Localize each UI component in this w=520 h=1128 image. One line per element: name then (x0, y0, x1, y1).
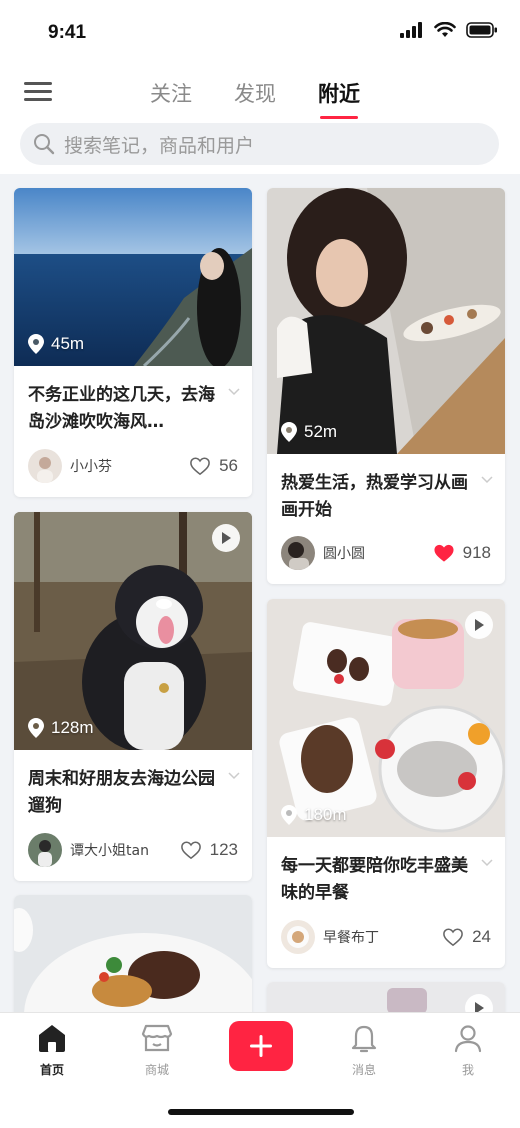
tab-nearby[interactable]: 附近 (318, 78, 360, 119)
wifi-icon (434, 22, 456, 37)
post-button[interactable] (229, 1021, 293, 1071)
card-title: 每一天都要陪你吃丰盛美味的早餐 (281, 856, 468, 903)
top-nav: 关注 发现 附近 (0, 64, 520, 120)
chevron-down-icon[interactable] (481, 476, 493, 484)
avatar[interactable] (28, 833, 62, 867)
location-pin-icon (28, 334, 44, 354)
bell-icon (351, 1025, 377, 1053)
distance-text: 180m (304, 805, 347, 824)
author-name[interactable]: 早餐布丁 (323, 927, 442, 947)
nav-mall[interactable]: 商城 (127, 1023, 187, 1078)
card-title: 周末和好朋友去海边公园遛狗 (28, 769, 215, 816)
feed-card[interactable]: 180m 每一天都要陪你吃丰盛美味的早餐 早餐布丁 24 (267, 599, 505, 968)
video-play-icon[interactable] (465, 611, 493, 639)
heart-outline-icon (443, 928, 463, 947)
like-count: 24 (472, 927, 491, 946)
distance-text: 128m (51, 718, 94, 737)
like-count: 123 (209, 840, 238, 859)
like-button[interactable]: 24 (442, 927, 491, 947)
card-image: 45m (14, 188, 252, 366)
distance-badge: 128m (28, 718, 94, 738)
status-icons (400, 22, 498, 38)
home-icon (39, 1025, 65, 1052)
card-footer: 早餐布丁 24 (281, 920, 491, 954)
distance-badge: 45m (28, 334, 84, 354)
location-pin-icon (281, 805, 297, 825)
feed-card[interactable] (267, 982, 505, 1012)
distance-text: 45m (51, 334, 85, 353)
feed-card[interactable]: 45m 不务正业的这几天，去海岛沙滩吹吹海风… 小小芬 56 (14, 188, 252, 497)
card-footer: 谭大小姐tan 123 (28, 833, 238, 867)
tab-following[interactable]: 关注 (150, 78, 192, 108)
avatar[interactable] (28, 449, 62, 483)
chevron-down-icon[interactable] (228, 772, 240, 780)
tab-discover[interactable]: 发现 (234, 78, 276, 108)
heart-outline-icon (180, 841, 201, 860)
search-input[interactable]: 搜索笔记，商品和用户 (20, 123, 499, 165)
card-image (267, 982, 505, 1012)
battery-icon (466, 22, 497, 38)
search-area: 搜索笔记，商品和用户 (0, 120, 520, 174)
nav-me-label: 我 (461, 1063, 474, 1077)
author-name[interactable]: 圆小圆 (323, 543, 433, 563)
nav-home-label: 首页 (39, 1063, 64, 1077)
avatar[interactable] (281, 920, 315, 954)
nav-messages-label: 消息 (351, 1063, 376, 1077)
chevron-down-icon[interactable] (481, 859, 493, 867)
menu-icon[interactable] (24, 82, 52, 104)
author-name[interactable]: 谭大小姐tan (70, 840, 180, 860)
location-pin-icon (281, 422, 297, 442)
author-name[interactable]: 小小芬 (70, 456, 189, 476)
status-bar: 9:41 (0, 0, 520, 64)
like-button[interactable]: 918 (433, 543, 491, 563)
like-button[interactable]: 56 (189, 456, 238, 476)
home-indicator (168, 1109, 354, 1115)
bottom-nav: 首页 商城 消息 我 (0, 1012, 520, 1128)
user-icon (454, 1025, 482, 1053)
heart-outline-icon (190, 457, 210, 476)
search-icon (34, 134, 55, 155)
nav-mall-label: 商城 (144, 1063, 169, 1077)
status-time: 9:41 (48, 22, 87, 43)
distance-text: 52m (304, 422, 338, 441)
like-count: 56 (219, 456, 238, 475)
feed: 45m 不务正业的这几天，去海岛沙滩吹吹海风… 小小芬 56 128m 周末和好… (0, 174, 520, 1012)
card-image: 128m (14, 512, 252, 750)
search-placeholder: 搜索笔记，商品和用户 (64, 134, 255, 157)
card-footer: 圆小圆 918 (281, 536, 491, 570)
signal-icon (400, 22, 422, 38)
feed-card[interactable]: 128m 周末和好朋友去海边公园遛狗 谭大小姐tan 123 (14, 512, 252, 881)
card-title: 热爱生活，热爱学习从画画开始 (281, 473, 468, 520)
feed-tabs: 关注 发现 附近 (150, 78, 360, 119)
card-image: 52m (267, 188, 505, 454)
feed-card[interactable] (14, 895, 252, 1012)
card-image: 180m (267, 599, 505, 837)
store-icon (141, 1024, 173, 1052)
card-image (14, 895, 252, 1012)
heart-filled-icon (434, 544, 454, 562)
nav-home[interactable]: 首页 (22, 1023, 82, 1078)
distance-badge: 180m (281, 805, 347, 825)
distance-badge: 52m (281, 422, 337, 442)
feed-card[interactable]: 52m 热爱生活，热爱学习从画画开始 圆小圆 918 (267, 188, 505, 584)
location-pin-icon (28, 718, 44, 738)
avatar[interactable] (281, 536, 315, 570)
card-title: 不务正业的这几天，去海岛沙滩吹吹海风… (28, 385, 215, 432)
video-play-icon[interactable] (212, 524, 240, 552)
nav-messages[interactable]: 消息 (334, 1023, 394, 1078)
chevron-down-icon[interactable] (228, 388, 240, 396)
nav-me[interactable]: 我 (438, 1023, 498, 1078)
plus-icon (250, 1035, 272, 1057)
like-count: 918 (462, 543, 491, 562)
card-footer: 小小芬 56 (28, 449, 238, 483)
like-button[interactable]: 123 (180, 840, 238, 860)
